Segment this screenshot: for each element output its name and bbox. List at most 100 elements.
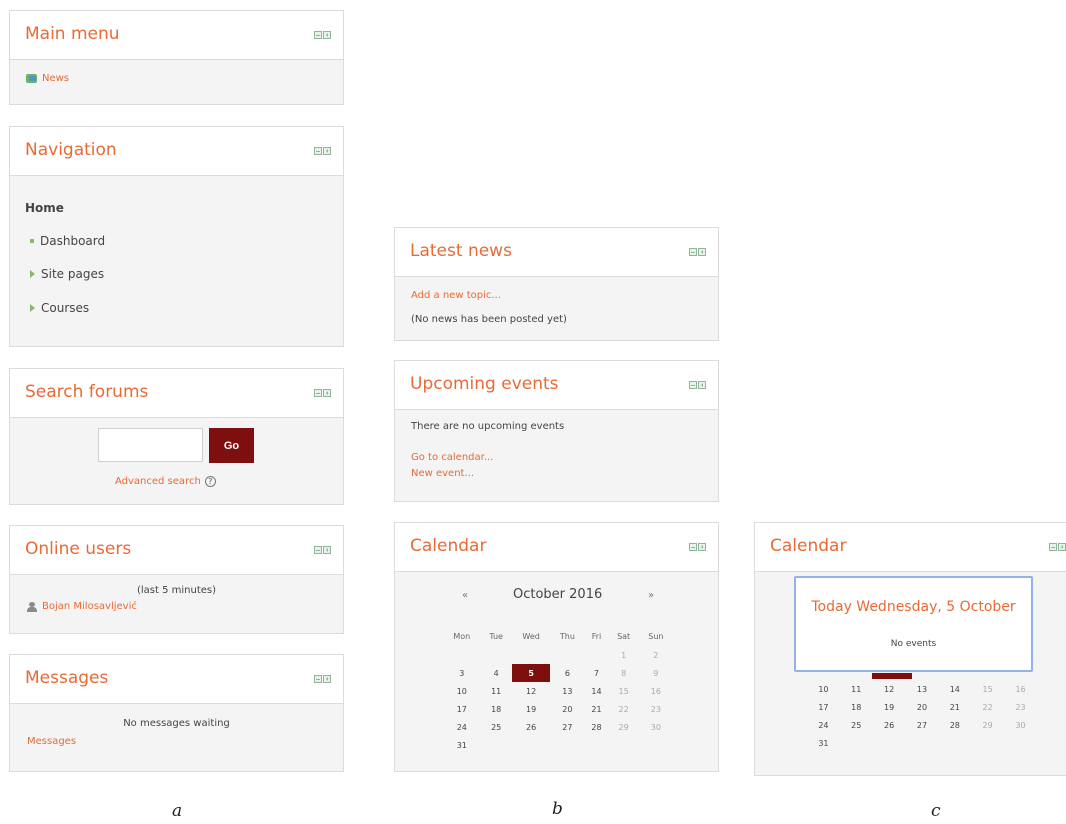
nav-home[interactable]: Home	[25, 201, 64, 215]
calendar-day[interactable]: 20	[906, 698, 939, 716]
calendar-day[interactable]: 10	[807, 680, 840, 698]
messages-link[interactable]: Messages	[27, 736, 76, 747]
calendar-day[interactable]: 6	[550, 664, 584, 682]
new-event-link[interactable]: New event...	[411, 468, 474, 479]
calendar-day[interactable]: 4	[481, 664, 512, 682]
calendar-day[interactable]: 9	[639, 664, 673, 682]
user-link[interactable]: Bojan Milosavljević	[42, 601, 137, 612]
calendar-day[interactable]: 12	[873, 680, 906, 698]
calendar-day[interactable]: 13	[906, 680, 939, 698]
block-controls	[314, 31, 331, 39]
dock-icon[interactable]	[323, 389, 331, 397]
calendar-day[interactable]: 12	[512, 682, 551, 700]
dock-icon[interactable]	[323, 675, 331, 683]
calendar-day[interactable]: 21	[938, 698, 971, 716]
news-link[interactable]: News	[42, 73, 69, 84]
calendar-day[interactable]: 16	[1004, 680, 1037, 698]
calendar-day[interactable]: 25	[840, 716, 873, 734]
calendar-day[interactable]: 8	[609, 664, 639, 682]
calendar-day[interactable]: 15	[971, 680, 1004, 698]
calendar-day[interactable]: 17	[807, 698, 840, 716]
collapse-icon[interactable]	[689, 381, 697, 389]
calendar-week: 1 2	[443, 646, 673, 664]
nav-item-courses[interactable]: Courses	[30, 301, 89, 315]
calendar-table: 10 11 12 13 14 15 16 17 18 19 20 21 22 2…	[807, 680, 1037, 752]
calendar-day[interactable]: 14	[938, 680, 971, 698]
collapse-icon[interactable]	[314, 546, 322, 554]
calendar-day[interactable]: 18	[840, 698, 873, 716]
collapse-icon[interactable]	[1049, 543, 1057, 551]
main-menu-item-news[interactable]: News	[26, 73, 69, 84]
calendar-day[interactable]: 29	[609, 718, 639, 736]
calendar-day[interactable]: 29	[971, 716, 1004, 734]
search-input[interactable]	[98, 428, 203, 462]
calendar-day[interactable]: 31	[807, 734, 840, 752]
expand-arrow-icon[interactable]	[30, 270, 35, 278]
advanced-search[interactable]: Advanced search ?	[115, 476, 216, 487]
calendar-day	[1004, 734, 1037, 752]
dock-icon[interactable]	[323, 147, 331, 155]
calendar-day[interactable]: 22	[971, 698, 1004, 716]
collapse-icon[interactable]	[314, 147, 322, 155]
calendar-day[interactable]: 28	[938, 716, 971, 734]
dock-icon[interactable]	[1058, 543, 1066, 551]
calendar-day[interactable]: 27	[906, 716, 939, 734]
calendar-day[interactable]: 23	[639, 700, 673, 718]
help-icon[interactable]: ?	[204, 476, 216, 487]
calendar-day[interactable]: 13	[550, 682, 584, 700]
online-user[interactable]: Bojan Milosavljević	[26, 601, 137, 612]
calendar-day[interactable]: 24	[443, 718, 481, 736]
collapse-icon[interactable]	[314, 389, 322, 397]
go-to-calendar-link[interactable]: Go to calendar...	[411, 452, 493, 463]
calendar-day[interactable]: 17	[443, 700, 481, 718]
go-button[interactable]: Go	[209, 428, 254, 463]
calendar-day[interactable]: 28	[584, 718, 608, 736]
next-month-button[interactable]: »	[648, 590, 654, 601]
calendar-day-today[interactable]: 5	[511, 664, 551, 682]
calendar-day[interactable]: 20	[550, 700, 584, 718]
calendar-day[interactable]: 15	[609, 682, 639, 700]
calendar-day[interactable]: 18	[481, 700, 512, 718]
calendar-day	[584, 646, 608, 664]
calendar-day[interactable]: 11	[481, 682, 512, 700]
calendar-day[interactable]: 16	[639, 682, 673, 700]
calendar-day	[584, 736, 608, 754]
calendar-day[interactable]: 27	[550, 718, 584, 736]
dock-icon[interactable]	[323, 31, 331, 39]
calendar-day[interactable]: 19	[512, 700, 551, 718]
calendar-day[interactable]: 11	[840, 680, 873, 698]
calendar-day[interactable]: 23	[1004, 698, 1037, 716]
calendar-day[interactable]: 30	[1004, 716, 1037, 734]
calendar-day[interactable]: 26	[873, 716, 906, 734]
advanced-search-link[interactable]: Advanced search	[115, 476, 201, 487]
collapse-icon[interactable]	[689, 543, 697, 551]
prev-month-button[interactable]: «	[462, 590, 468, 601]
calendar-day[interactable]: 10	[443, 682, 481, 700]
calendar-day[interactable]: 3	[443, 664, 481, 682]
add-topic-link[interactable]: Add a new topic...	[411, 290, 501, 301]
calendar-day[interactable]: 1	[609, 646, 639, 664]
calendar-day	[550, 646, 584, 664]
collapse-icon[interactable]	[314, 31, 322, 39]
expand-arrow-icon[interactable]	[30, 304, 35, 312]
calendar-day[interactable]: 25	[481, 718, 512, 736]
calendar-day[interactable]: 14	[584, 682, 608, 700]
calendar-day[interactable]: 30	[639, 718, 673, 736]
today-marker[interactable]	[872, 673, 912, 679]
calendar-day[interactable]: 19	[873, 698, 906, 716]
calendar-day[interactable]: 24	[807, 716, 840, 734]
dock-icon[interactable]	[323, 546, 331, 554]
collapse-icon[interactable]	[314, 675, 322, 683]
collapse-icon[interactable]	[689, 248, 697, 256]
calendar-day[interactable]: 2	[639, 646, 673, 664]
dock-icon[interactable]	[698, 543, 706, 551]
calendar-day[interactable]: 21	[584, 700, 608, 718]
calendar-day[interactable]: 7	[584, 664, 608, 682]
dock-icon[interactable]	[698, 248, 706, 256]
nav-item-dashboard[interactable]: Dashboard	[30, 234, 105, 248]
dock-icon[interactable]	[698, 381, 706, 389]
calendar-day[interactable]: 31	[443, 736, 481, 754]
calendar-day[interactable]: 22	[609, 700, 639, 718]
calendar-day[interactable]: 26	[512, 718, 551, 736]
nav-item-site-pages[interactable]: Site pages	[30, 267, 104, 281]
